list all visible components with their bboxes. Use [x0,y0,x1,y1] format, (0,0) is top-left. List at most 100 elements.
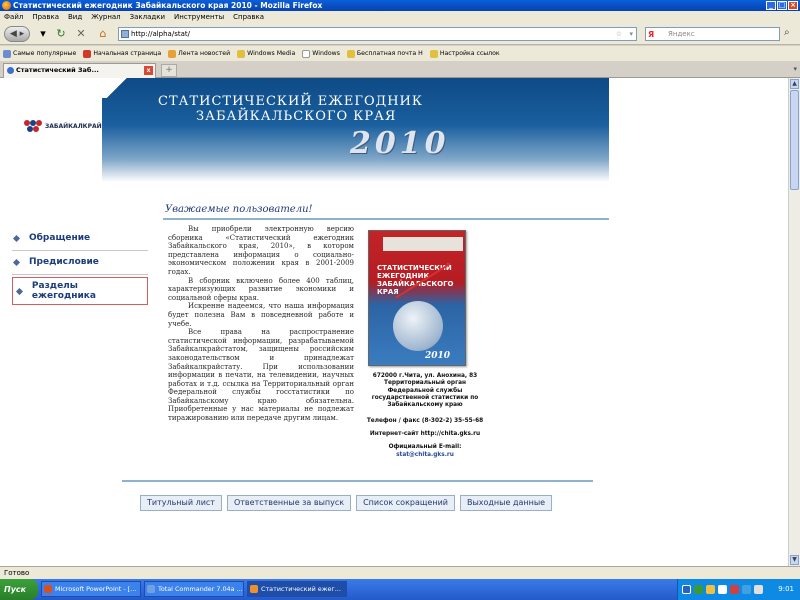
intro-paragraph: Все права на распространение статистичес… [168,328,354,423]
tab-close-icon[interactable]: x [144,66,153,75]
status-text: Готово [4,569,30,577]
url-dropdown-icon[interactable]: ▾ [629,28,633,40]
contact-email-link[interactable]: stat@chita.gks.ru [360,452,490,459]
banner-title-line1: СТАТИСТИЧЕСКИЙ ЕЖЕГОДНИК [158,94,423,109]
logo-mark-icon [24,120,42,133]
tray-app-icon[interactable] [742,585,751,594]
tray-volume-icon[interactable] [754,585,763,594]
system-tray: 9:01 [677,579,800,600]
responsible-button[interactable]: Ответственные за выпуск [226,495,352,511]
divider [12,250,148,251]
firefox-icon [2,1,11,10]
start-button[interactable]: Пуск [0,579,38,600]
tab-list-icon[interactable]: ▾ [793,65,797,73]
bookmark-item[interactable]: Windows [302,49,340,58]
tray-network-icon[interactable] [694,585,703,594]
menu-file[interactable]: Файл [4,13,23,21]
menu-bar: Файл Правка Вид Журнал Закладки Инструме… [0,11,800,23]
firefox-icon [250,585,258,593]
search-box[interactable]: Я Яндекс [645,27,780,41]
reload-icon[interactable]: ↻ [54,27,68,41]
taskbar-item-total-commander[interactable]: Total Commander 7.04a ... [144,581,244,597]
close-window-button[interactable]: × [788,1,798,10]
navigation-toolbar: ◀ ▸ ▾ ↻ ✕ ⌂ http://alpha/stat/ ☆ ▾ Я Янд… [0,23,800,45]
tab-favicon-icon [7,67,14,74]
contact-address: 672000 г.Чита, ул. Анохина, 83 Территори… [371,373,479,409]
abbreviations-button[interactable]: Список сокращений [356,495,455,511]
tray-antivirus-icon[interactable] [730,585,739,594]
menu-view[interactable]: Вид [68,13,82,21]
sidebar-item-address[interactable]: Обращение [12,233,90,243]
dropdown-arrow-icon[interactable]: ▾ [36,27,50,41]
page-favicon-icon [121,30,129,38]
search-icon[interactable]: ⌕ [784,27,790,38]
menu-history[interactable]: Журнал [91,13,120,21]
bookmark-item[interactable]: Самые популярные [3,49,76,58]
bookmark-icon [3,49,11,58]
tray-app-icon[interactable] [706,585,715,594]
bookmark-item[interactable]: Windows Media [237,49,295,58]
menu-bookmarks[interactable]: Закладки [130,13,165,21]
tray-app-icon[interactable] [718,585,727,594]
bookmark-star-icon[interactable]: ☆ [616,28,622,40]
tab-active[interactable]: Статистический Заб... x [3,63,156,78]
bookmark-icon [302,49,311,58]
banner-title-line2: ЗАБАЙКАЛЬСКОГО КРАЯ [196,109,397,124]
bookmark-item[interactable]: Настройка ссылок [429,49,500,58]
book-publisher-strip [383,237,463,251]
menu-edit[interactable]: Правка [32,13,59,21]
bookmark-icon [83,49,92,58]
bullet-icon [15,287,23,295]
sidebar-item-sections[interactable]: Разделы ежегодника [12,277,148,305]
divider [122,480,593,482]
menu-tools[interactable]: Инструменты [174,13,224,21]
url-text: http://alpha/stat/ [131,30,190,38]
total-commander-icon [147,585,155,593]
powerpoint-icon [44,585,52,593]
intro-paragraph: Вы приобрели электронную версию сборника… [168,225,354,276]
stop-icon[interactable]: ✕ [74,27,88,41]
home-icon[interactable]: ⌂ [96,27,110,41]
bookmark-item[interactable]: Лента новостей [168,49,230,58]
taskbar-item-powerpoint[interactable]: Microsoft PowerPoint - [... [41,581,141,597]
title-page-button[interactable]: Титульный лист [140,495,222,511]
banner-year: 2010 [350,126,450,161]
bookmark-item[interactable]: Бесплатная почта H [346,49,423,58]
scroll-up-icon[interactable]: ▲ [790,79,799,89]
scroll-down-icon[interactable]: ▼ [790,555,799,565]
new-tab-button[interactable]: + [161,64,177,77]
header-banner: СТАТИСТИЧЕСКИЙ ЕЖЕГОДНИК ЗАБАЙКАЛЬСКОГО … [102,78,609,182]
status-bar: Готово [0,566,800,579]
url-bar[interactable]: http://alpha/stat/ ☆ ▾ [118,27,637,41]
bookmark-icon [429,49,438,58]
sidebar-item-preface[interactable]: Предисловие [12,257,99,267]
bookmark-item[interactable]: Начальная страница [83,49,161,58]
tray-clock: 9:01 [778,585,794,593]
bookmarks-toolbar: Самые популярные Начальная страница Лент… [0,46,800,61]
bookmark-icon [237,49,246,58]
taskbar-item-firefox[interactable]: Статистический ежег... [247,581,347,597]
back-button[interactable]: ◀ ▸ [4,26,30,42]
contact-site: Интернет-сайт http://chita.gks.ru [369,431,481,437]
bottom-nav: Титульный лист Ответственные за выпуск С… [140,495,557,511]
tab-strip: Статистический Заб... x + ▾ [0,61,800,78]
contact-phone: Телефон / факс (8-302-2) 35-55-68 [366,418,484,424]
intro-paragraph: В сборник включено более 400 таблиц, хар… [168,276,354,302]
search-placeholder: Яндекс [668,30,695,38]
tray-language-icon[interactable] [682,585,691,594]
divider [12,274,148,275]
maximize-button[interactable]: □ [777,1,787,10]
taskbar: Пуск Microsoft PowerPoint - [... Total C… [0,579,800,600]
tab-label: Статистический Заб... [16,66,99,74]
book-year: 2010 [425,351,451,361]
menu-help[interactable]: Справка [233,13,264,21]
intro-text: Вы приобрели электронную версию сборника… [168,225,354,423]
vertical-scrollbar[interactable]: ▲ ▼ [788,78,800,566]
contact-email-label: Официальный E-mail: [388,444,462,450]
imprint-button[interactable]: Выходные данные [459,495,553,511]
bookmark-icon [346,49,355,58]
minimize-button[interactable]: _ [766,1,776,10]
yandex-icon: Я [648,30,655,39]
window-title-bar: Статистический ежегодник Забайкальского … [0,0,800,11]
scroll-thumb[interactable] [790,90,799,190]
